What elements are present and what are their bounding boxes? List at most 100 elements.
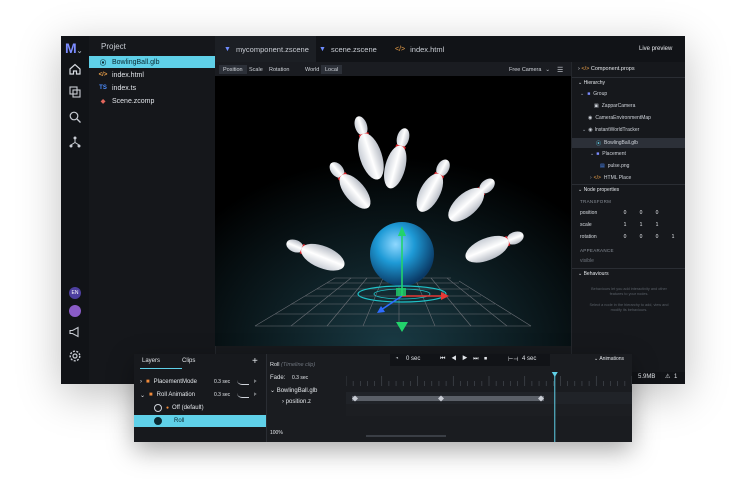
animations-toggle[interactable]: ⌄ Animations: [594, 356, 624, 362]
playback-controls[interactable]: ⏮ ◀ ▶ ⏭ ⏹: [440, 356, 489, 363]
chevron-down-icon: ⌄: [578, 80, 583, 86]
zoom-level[interactable]: 100%: [270, 430, 283, 436]
state-row[interactable]: Roll: [134, 415, 266, 427]
hierarchy-title: ⌄ Hierarchy: [578, 80, 605, 86]
live-preview-button[interactable]: Live preview: [639, 36, 672, 62]
hierarchy-label: InstantWorldTracker: [594, 127, 640, 133]
rotation-x[interactable]: 0: [620, 234, 630, 240]
hierarchy-label: ZapparCamera: [601, 103, 636, 109]
hierarchy-label: CameraEnvironmentMap: [595, 115, 651, 121]
rotation-z[interactable]: 0: [652, 234, 662, 240]
hierarchy-item-placement[interactable]: ⌄ ■ Placement: [590, 151, 626, 157]
model-file-icon: ⦿: [596, 140, 602, 147]
html-file-icon: </>: [395, 45, 406, 53]
state-row[interactable]: ● Off (default): [134, 402, 266, 414]
component-props-label: Component.props: [590, 66, 635, 72]
chevron-down-icon: ⌄: [270, 388, 276, 394]
tab-mycomponent[interactable]: ▼ mycomponent.zscene: [215, 36, 316, 62]
tracks-area[interactable]: [345, 372, 633, 442]
add-button[interactable]: +: [252, 354, 258, 368]
track-bar: [352, 396, 544, 401]
state-label: Roll: [174, 418, 185, 424]
megaphone-icon[interactable]: [66, 323, 84, 341]
component-props-header[interactable]: › </> Component.props: [578, 66, 635, 72]
file-item[interactable]: ⦿ BowlingBall.glb: [89, 56, 215, 68]
language-label: EN: [69, 287, 81, 299]
menu-icon[interactable]: ☰: [553, 65, 567, 74]
search-icon[interactable]: [66, 108, 84, 126]
rotation-y[interactable]: 0: [636, 234, 646, 240]
keyframe-icon[interactable]: ⊧: [254, 379, 257, 385]
typescript-file-icon: TS: [99, 85, 107, 91]
hierarchy-item-tracker[interactable]: ⌄ ◉ InstantWorldTracker: [582, 127, 639, 133]
copy-files-icon[interactable]: [66, 83, 84, 101]
globe-icon: ◉: [588, 115, 593, 121]
position-label: position: [580, 210, 598, 216]
chevron-down-icon: ⌄: [545, 66, 551, 73]
tab-scene[interactable]: ▼ scene.zscene: [319, 36, 393, 62]
scale-z[interactable]: 1: [652, 222, 662, 228]
scale-tool-button[interactable]: Scale: [245, 65, 267, 74]
position-z[interactable]: 0: [652, 210, 662, 216]
viewport-toolbar: Position Scale Rotation World Local Free…: [215, 62, 571, 76]
track-object-label: BowlingBall.glb: [276, 388, 318, 394]
logo-letter: M: [65, 40, 77, 56]
app-logo[interactable]: M⌄: [65, 40, 83, 56]
hierarchy-item-envmap[interactable]: ◉ CameraEnvironmentMap: [588, 115, 651, 121]
behaviours-title: ⌄ Behaviours: [578, 271, 609, 277]
scene-viewport[interactable]: [215, 76, 571, 346]
home-icon[interactable]: [66, 60, 84, 78]
hierarchy-item-pulse[interactable]: ▤ pulse.png: [600, 163, 629, 169]
warning-count: 1: [674, 374, 678, 380]
gear-icon[interactable]: [66, 347, 84, 365]
keyframe-icon[interactable]: ⊧: [254, 392, 257, 398]
track-object[interactable]: ⌄ BowlingBall.glb: [270, 387, 317, 394]
position-y[interactable]: 0: [636, 210, 646, 216]
chevron-down-icon: ⌄: [140, 392, 146, 399]
scene-file-icon: ▼: [224, 45, 231, 53]
tab-layers[interactable]: Layers: [140, 354, 182, 369]
state-label: Off (default): [172, 405, 204, 411]
layer-row[interactable]: › ■ PlacementMode 0.3 sec ⊧: [134, 376, 266, 388]
rotation-tool-button[interactable]: Rotation: [265, 65, 294, 74]
track-property[interactable]: › position.z: [282, 399, 311, 405]
hierarchy-item-camera[interactable]: ▣ ZapparCamera: [594, 103, 635, 109]
hierarchy-icon[interactable]: [66, 133, 84, 151]
camera-select[interactable]: Free Camera ⌄: [505, 65, 554, 74]
file-item[interactable]: TS index.ts: [89, 82, 215, 94]
scale-label: scale: [580, 222, 592, 228]
tab-label: scene.zscene: [330, 44, 377, 54]
file-item[interactable]: </> index.html: [89, 69, 215, 81]
inspector-panel: › </> Component.props ⌄ Hierarchy ⌄ ■ Grou…: [571, 62, 685, 384]
state-radio[interactable]: [154, 417, 162, 425]
language-badge[interactable]: EN: [66, 284, 84, 302]
local-space-button[interactable]: Local: [321, 65, 343, 74]
layers-panel: Layers Clips + › ■ PlacementMode 0.3 sec…: [134, 354, 267, 442]
file-item[interactable]: ◆ Scene.zcomp: [89, 95, 215, 107]
warning-icon[interactable]: ⚠: [665, 373, 670, 380]
hierarchy-item-ball[interactable]: ⦿ BowlingBall.glb: [572, 138, 685, 148]
layer-icon: ■: [146, 379, 150, 385]
position-x[interactable]: 0: [620, 210, 630, 216]
layer-label: PlacementMode: [153, 379, 197, 385]
hierarchy-item-group[interactable]: ⌄ ■ Group: [580, 91, 607, 97]
clip-length[interactable]: 4 sec: [522, 356, 536, 362]
scale-x[interactable]: 1: [620, 222, 630, 228]
position-tool-button[interactable]: Position: [219, 65, 247, 74]
tab-clips[interactable]: Clips: [182, 354, 195, 368]
state-radio[interactable]: [154, 404, 162, 412]
component-file-icon: ◆: [100, 98, 106, 105]
rotation-w[interactable]: 1: [668, 234, 678, 240]
world-space-button[interactable]: World: [301, 65, 323, 74]
chevron-down-icon: ⌄: [76, 48, 83, 55]
scale-y[interactable]: 1: [636, 222, 646, 228]
layer-row[interactable]: ⌄ ■ Roll Animation 0.3 sec ⊧: [134, 389, 266, 401]
fade-value[interactable]: 0.3 sec: [292, 375, 308, 381]
timeline-panel: Layers Clips + › ■ PlacementMode 0.3 sec…: [134, 354, 633, 442]
camera-icon: ▣: [594, 103, 599, 109]
avatar[interactable]: [66, 302, 84, 320]
timeline-ruler: [345, 372, 633, 442]
tab-index-html[interactable]: </> index.html: [395, 36, 459, 62]
hierarchy-item-html-place[interactable]: › </> HTML Place: [590, 175, 631, 181]
current-time[interactable]: 0 sec: [406, 356, 420, 362]
